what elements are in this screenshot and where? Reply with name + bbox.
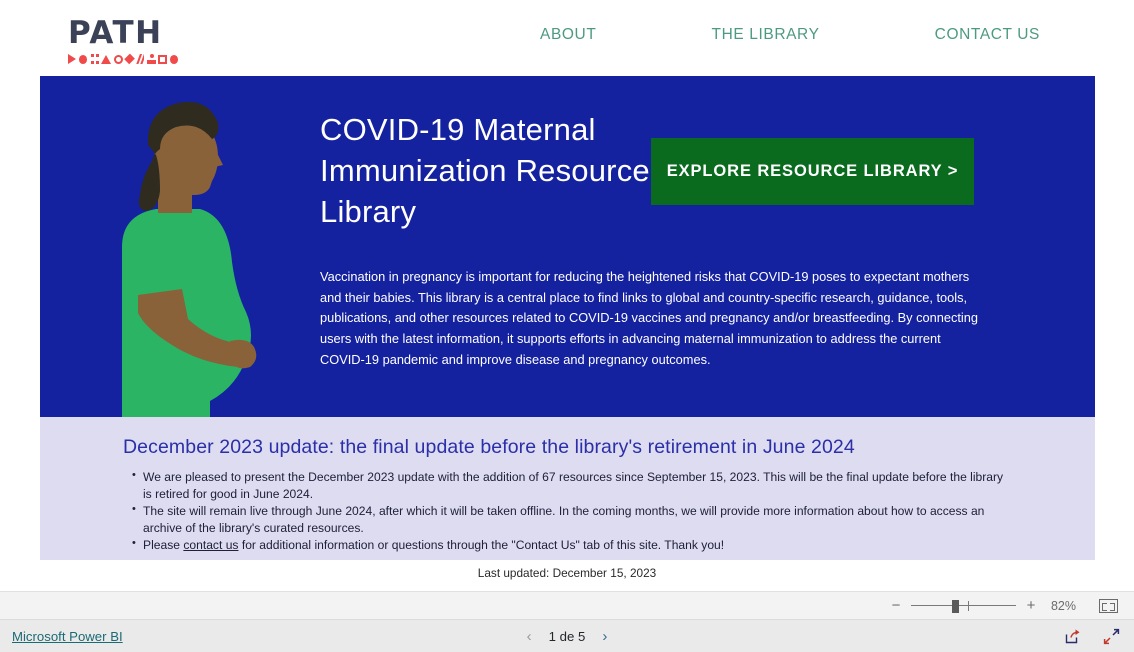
update-section-title: December 2023 update: the final update b… xyxy=(123,436,855,458)
next-page-arrow-icon[interactable]: › xyxy=(602,629,607,644)
contact-us-link[interactable]: contact us xyxy=(183,538,238,552)
main-navigation: ABOUT THE LIBRARY CONTACT US xyxy=(540,26,1040,44)
triangle-icon xyxy=(101,54,112,64)
zoom-controls: − + 82% xyxy=(890,598,1118,613)
nav-the-library[interactable]: THE LIBRARY xyxy=(712,26,820,44)
triangle-right-icon xyxy=(68,54,76,64)
pregnant-woman-illustration xyxy=(122,101,257,417)
circle-icon-2 xyxy=(169,54,178,64)
zoom-slider-tick xyxy=(968,600,969,611)
update-section: December 2023 update: the final update b… xyxy=(40,417,1095,560)
explore-resource-library-button[interactable]: EXPLORE RESOURCE LIBRARY > xyxy=(651,138,974,205)
nav-contact-us[interactable]: CONTACT US xyxy=(935,26,1040,44)
zoom-slider-handle[interactable] xyxy=(952,599,959,613)
site-header: PATH ABOUT THE LIBRARY CONTACT US xyxy=(0,0,1134,76)
zoom-out-button[interactable]: − xyxy=(890,598,902,613)
bullet-text: Please xyxy=(143,538,184,553)
diamond-icon xyxy=(124,53,135,65)
page-indicator-label: 1 de 5 xyxy=(548,628,586,644)
zoom-in-button[interactable]: + xyxy=(1025,598,1037,613)
hero-title: COVID-19 Maternal Immunization Resource … xyxy=(320,112,650,230)
person-icon xyxy=(147,54,157,64)
nav-about[interactable]: ABOUT xyxy=(540,26,596,44)
zoom-toolbar: − + 82% xyxy=(0,591,1134,620)
path-logo-symbols xyxy=(68,52,178,66)
last-updated-text: Last updated: December 15, 2023 xyxy=(477,566,657,580)
footer-action-icons xyxy=(1064,628,1120,645)
share-icon[interactable] xyxy=(1064,628,1081,645)
power-bi-report-page: PATH ABOUT THE LIBRARY CONTACT US COVID-… xyxy=(0,0,1134,652)
list-item: We are pleased to present the December 2… xyxy=(132,468,1012,502)
fullscreen-icon[interactable] xyxy=(1103,628,1120,645)
circle-icon xyxy=(79,54,88,64)
square-icon xyxy=(158,54,167,64)
page-navigation: ‹ 1 de 5 › xyxy=(0,629,1134,644)
update-bullet-list: We are pleased to present the December 2… xyxy=(132,468,1012,555)
bullet-text: We are pleased to present the December 2… xyxy=(143,470,1004,501)
path-logo-wordmark: PATH xyxy=(68,15,163,51)
slashes-icon xyxy=(136,54,144,64)
zoom-slider[interactable] xyxy=(911,599,1016,613)
dots-icon xyxy=(90,54,98,64)
list-item: Please contact us for additional informa… xyxy=(132,536,1012,554)
hero-banner: COVID-19 Maternal Immunization Resource … xyxy=(40,76,1095,417)
previous-page-arrow-icon[interactable]: ‹ xyxy=(527,629,532,644)
bullet-text: The site will remain live through June 2… xyxy=(143,504,985,535)
fit-to-page-icon[interactable] xyxy=(1099,598,1118,613)
list-item: The site will remain live through June 2… xyxy=(132,502,1012,536)
bullet-text-after: for additional information or questions … xyxy=(238,538,725,553)
power-bi-footer: Microsoft Power BI ‹ 1 de 5 › xyxy=(0,620,1134,652)
ring-icon xyxy=(114,54,123,64)
zoom-level-label: 82% xyxy=(1050,598,1076,613)
hero-description: Vaccination in pregnancy is important fo… xyxy=(320,269,979,367)
path-logo[interactable]: PATH xyxy=(68,18,178,66)
